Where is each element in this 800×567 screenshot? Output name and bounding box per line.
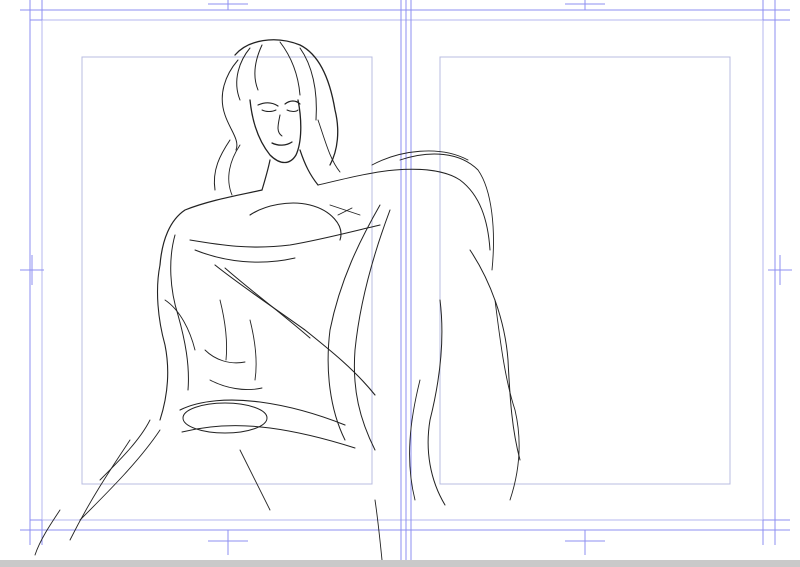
drawing-canvas[interactable]: [0, 0, 800, 567]
outer-trim-frame: [41, 19, 764, 521]
right-page-frame: [439, 56, 731, 485]
sketch-figure: [34, 39, 521, 561]
outer-bleed-frame: [29, 9, 776, 531]
page-frames: [29, 9, 776, 531]
canvas-status-bar: [0, 560, 800, 567]
spine-guides: [400, 0, 412, 560]
